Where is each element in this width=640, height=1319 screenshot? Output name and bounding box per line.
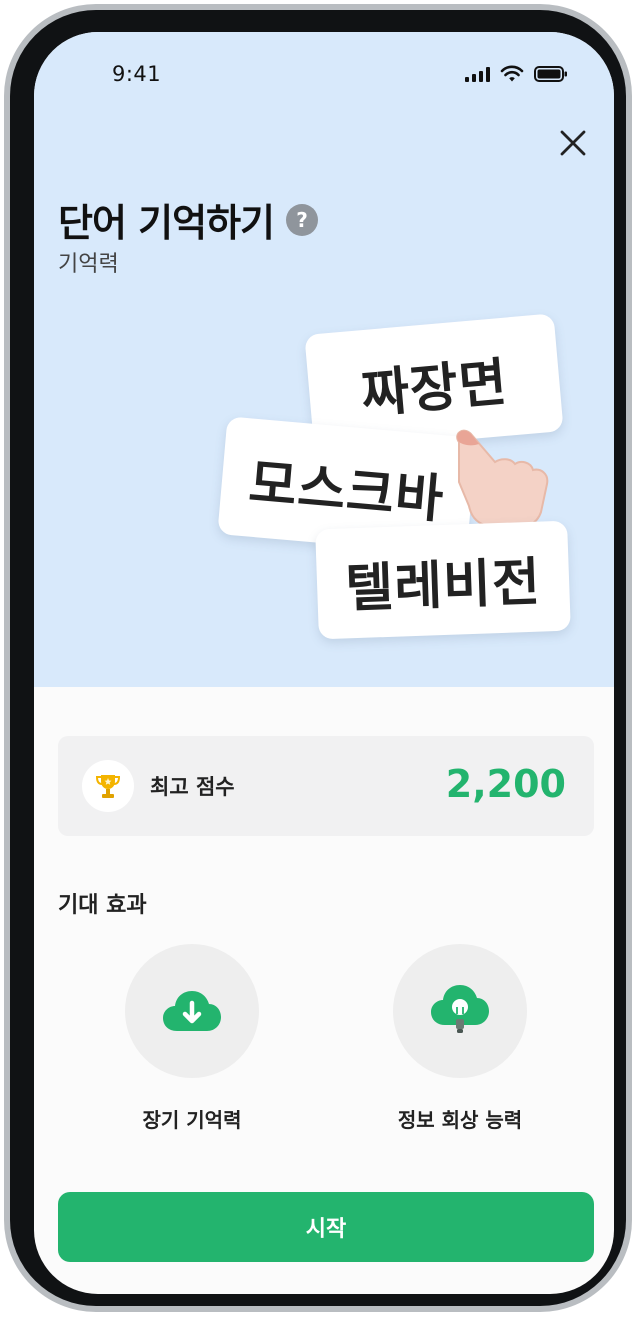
effect-icon-circle — [393, 944, 527, 1078]
best-score-card: 최고 점수 2,200 — [58, 736, 594, 836]
cloud-download-icon — [163, 991, 221, 1031]
best-score-label: 최고 점수 — [150, 775, 235, 799]
phone-frame: 9:41 단어 기억하기 ? 기억력 짜장면 모스크바 텔레비전 최고 점수 2… — [4, 4, 632, 1312]
hero-section: 9:41 단어 기억하기 ? 기억력 짜장면 모스크바 텔레비전 — [34, 32, 614, 687]
cloud-lightbulb-icon — [431, 985, 489, 1033]
pointing-hand-icon — [456, 429, 549, 530]
effect-long-term-memory: 장기 기억력 — [92, 944, 292, 1133]
word-cards-illustration: 짜장면 모스크바 텔레비전 — [34, 32, 614, 687]
effect-label: 정보 회상 능력 — [397, 1108, 523, 1132]
expected-effects-title: 기대 효과 — [58, 893, 147, 918]
effect-label: 장기 기억력 — [142, 1108, 242, 1132]
word-card: 텔레비전 — [315, 520, 571, 640]
screen: 9:41 단어 기억하기 ? 기억력 짜장면 모스크바 텔레비전 최고 점수 2… — [34, 32, 614, 1294]
trophy-icon — [95, 775, 121, 798]
best-score-value: 2,200 — [445, 762, 566, 806]
trophy-badge — [82, 760, 134, 812]
effect-icon-circle — [125, 944, 259, 1078]
start-button[interactable]: 시작 — [58, 1192, 594, 1262]
effect-information-recall: 정보 회상 능력 — [360, 944, 560, 1133]
